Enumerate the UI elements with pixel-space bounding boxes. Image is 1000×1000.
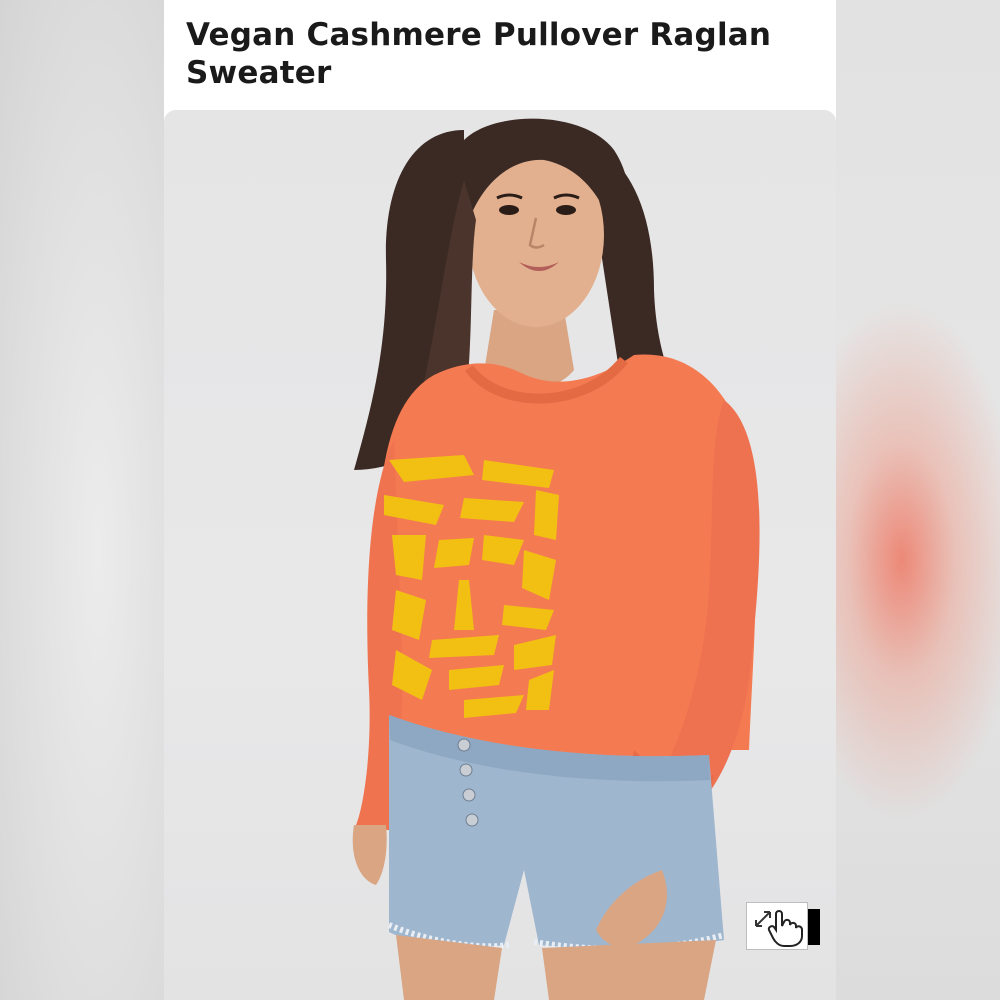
product-photo[interactable]: [164, 110, 836, 1000]
product-title: Vegan Cashmere Pullover Raglan Sweater: [186, 17, 772, 91]
tap-to-zoom-hand-icon: [755, 910, 803, 947]
model-illustration: [352, 118, 760, 1000]
product-card: Vegan Cashmere Pullover Raglan Sweater: [164, 0, 836, 1000]
blurred-background-left: [0, 0, 164, 1000]
blurred-background-right: [836, 0, 1000, 1000]
screen: Vegan Cashmere Pullover Raglan Sweater: [0, 0, 1000, 1000]
zoom-button[interactable]: [746, 902, 820, 950]
zoom-badge-edge: [808, 909, 820, 945]
